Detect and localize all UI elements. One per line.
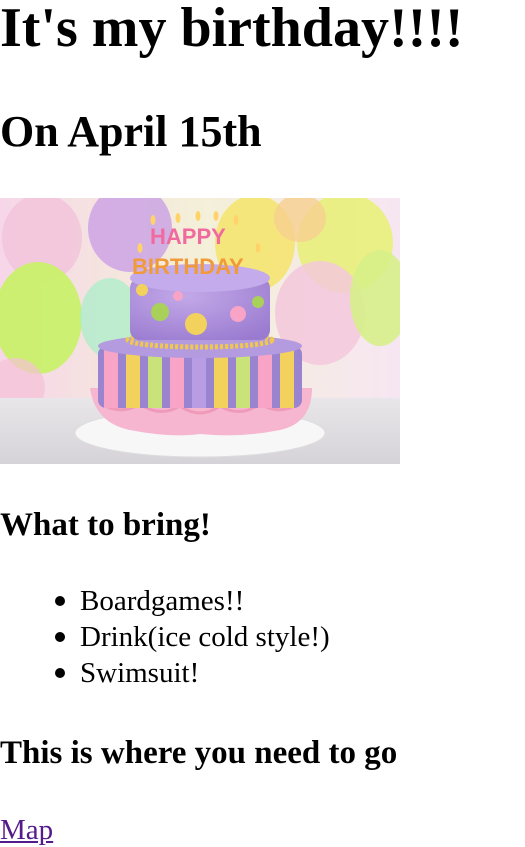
list-item: Swimsuit! [55,655,330,691]
bullet-icon [55,668,65,678]
cake-topper-happy: HAPPY [150,224,226,249]
list-item-label: Drink(ice cold style!) [80,621,330,653]
page-title: It's my birthday!!!! [0,0,464,59]
list-item: Boardgames!! [55,583,330,619]
cake-topper-birthday: BIRTHDAY [132,254,244,279]
bullet-icon [55,596,65,606]
list-item: Drink(ice cold style!) [55,619,330,655]
list-item-label: Boardgames!! [80,585,245,617]
map-link[interactable]: Map [0,813,53,847]
list-item-label: Swimsuit! [80,657,200,689]
bring-list: Boardgames!! Drink(ice cold style!) Swim… [0,583,330,691]
birthday-cake-image: HAPPY BIRTHDAY [0,198,400,464]
what-to-bring-heading: What to bring! [0,507,211,543]
directions-heading: This is where you need to go [0,735,398,771]
bullet-icon [55,632,65,642]
event-date: On April 15th [0,107,262,156]
